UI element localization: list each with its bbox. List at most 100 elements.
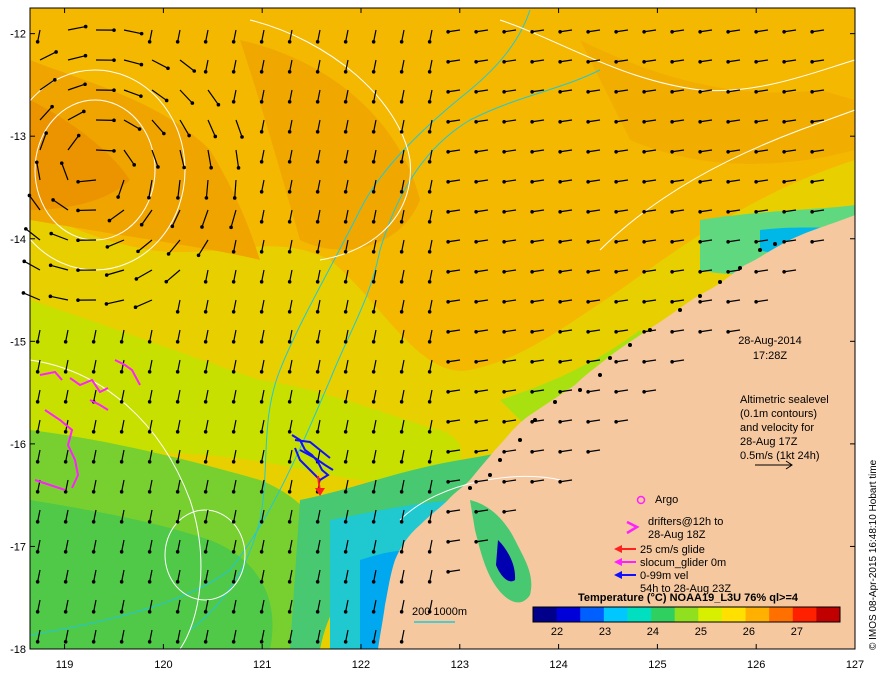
velocity-arrow-head bbox=[315, 219, 320, 224]
velocity-arrow-head bbox=[259, 99, 264, 104]
velocity-arrow-head bbox=[754, 149, 758, 154]
velocity-arrow-head bbox=[586, 389, 590, 394]
velocity-arrow-head bbox=[614, 149, 618, 154]
velocity-arrow-head bbox=[343, 279, 348, 284]
velocity-arrow-head bbox=[203, 459, 208, 464]
velocity-arrow-head bbox=[474, 149, 478, 154]
velocity-arrow-head bbox=[107, 218, 112, 223]
velocity-arrow-head bbox=[558, 389, 562, 394]
velocity-arrow-head bbox=[315, 129, 320, 134]
velocity-arrow-head bbox=[287, 579, 292, 584]
altimetry-line2: (0.1m contours) bbox=[740, 408, 817, 420]
velocity-arrow-head bbox=[35, 489, 40, 494]
velocity-arrow-head bbox=[399, 159, 404, 164]
velocity-arrow-head bbox=[175, 489, 180, 494]
velocity-arrow-head bbox=[698, 59, 702, 64]
velocity-arrow-head bbox=[287, 399, 292, 404]
velocity-arrow-head bbox=[231, 339, 236, 344]
velocity-arrow-head bbox=[287, 39, 292, 44]
velocity-arrow-head bbox=[147, 459, 152, 464]
drifters-label-2: 28-Aug 18Z bbox=[648, 529, 706, 541]
velocity-arrow-head bbox=[726, 119, 730, 124]
velocity-arrow-head bbox=[259, 279, 264, 284]
colorbar-title: Temperature (°C) NOAA19_L3U 76% ql>=4 bbox=[578, 592, 799, 604]
velocity-arrow-head bbox=[502, 119, 506, 124]
velocity-arrow-head bbox=[446, 329, 450, 334]
velocity-arrow-head bbox=[76, 268, 80, 272]
velocity-arrow-head bbox=[754, 299, 758, 304]
velocity-arrow-head bbox=[698, 119, 702, 124]
lat-tick-label: -18 bbox=[10, 644, 26, 656]
velocity-arrow-head bbox=[558, 419, 562, 424]
velocity-arrow-head bbox=[259, 579, 264, 584]
velocity-arrow-head bbox=[754, 59, 758, 64]
velocity-arrow-head bbox=[132, 163, 137, 167]
velocity-arrow-head bbox=[754, 179, 758, 184]
velocity-arrow-head bbox=[446, 209, 450, 214]
velocity-arrow-head bbox=[371, 459, 376, 464]
velocity-arrow-head bbox=[259, 219, 264, 224]
velocity-arrow-head bbox=[119, 429, 124, 434]
velocity-arrow-head bbox=[48, 263, 53, 268]
velocity-arrow-head bbox=[530, 359, 534, 364]
velocity-arrow-head bbox=[63, 339, 68, 344]
velocity-arrow-head bbox=[315, 249, 320, 254]
velocity-arrow-head bbox=[119, 459, 124, 464]
velocity-arrow-head bbox=[586, 359, 590, 364]
velocity-arrow-head bbox=[698, 269, 702, 274]
velocity-arrow-head bbox=[315, 639, 320, 644]
velocity-arrow-head bbox=[698, 29, 702, 34]
velocity-arrow-head bbox=[175, 39, 180, 44]
velocity-arrow-head bbox=[63, 519, 68, 524]
lat-tick-label: -15 bbox=[10, 336, 26, 348]
velocity-arrow-head bbox=[530, 89, 534, 94]
velocity-arrow-head bbox=[642, 359, 646, 364]
velocity-arrow-head bbox=[474, 539, 478, 544]
colorbar-tick-label: 25 bbox=[695, 626, 707, 638]
velocity-arrow-head bbox=[427, 279, 432, 284]
velocity-arrow-head bbox=[35, 399, 40, 404]
velocity-arrow-head bbox=[726, 209, 730, 214]
velocity-arrow-head bbox=[502, 449, 506, 454]
velocity-arrow-head bbox=[399, 99, 404, 104]
velocity-arrow-head bbox=[782, 89, 786, 94]
velocity-arrow-head bbox=[259, 519, 264, 524]
velocity-arrow-head bbox=[343, 99, 348, 104]
velocity-arrow-head bbox=[371, 489, 376, 494]
velocity-arrow-head bbox=[446, 479, 450, 484]
velocity-arrow-head bbox=[427, 159, 432, 164]
velocity-arrow-head bbox=[53, 78, 57, 82]
velocity-arrow-head bbox=[530, 449, 534, 454]
velocity-arrow-head bbox=[119, 369, 124, 374]
velocity-arrow-head bbox=[91, 549, 96, 554]
velocity-arrow-head bbox=[119, 519, 124, 524]
velocity-arrow-head bbox=[399, 519, 404, 524]
velocity-arrow-head bbox=[642, 89, 646, 94]
altimetry-line1: Altimetric sealevel bbox=[740, 394, 829, 406]
velocity-arrow-head bbox=[35, 519, 40, 524]
velocity-arrow-head bbox=[726, 239, 730, 244]
lon-tick-label: 123 bbox=[451, 659, 469, 671]
velocity-arrow-head bbox=[119, 549, 124, 554]
velocity-arrow-head bbox=[726, 29, 730, 34]
velocity-arrow-head bbox=[427, 189, 432, 194]
velocity-arrow-head bbox=[343, 549, 348, 554]
velocity-arrow-head bbox=[614, 209, 618, 214]
velocity-arrow-head bbox=[399, 609, 404, 614]
velocity-arrow-head bbox=[147, 429, 152, 434]
velocity-arrow-head bbox=[147, 195, 151, 200]
velocity-arrow-head bbox=[446, 299, 450, 304]
velocity-arrow-head bbox=[558, 239, 562, 244]
colorbar-segment bbox=[698, 607, 723, 622]
velocity-arrow-head bbox=[399, 129, 404, 134]
velocity-arrow-head bbox=[642, 149, 646, 154]
velocity-arrow-head bbox=[231, 69, 236, 74]
velocity-arrow-head bbox=[112, 28, 116, 32]
velocity-arrow-head bbox=[203, 639, 208, 644]
velocity-arrow-head bbox=[558, 329, 562, 334]
velocity-arrow-head bbox=[810, 29, 814, 34]
velocity-arrow-head bbox=[51, 198, 55, 202]
velocity-arrow-head bbox=[399, 549, 404, 554]
velocity-arrow-head bbox=[147, 489, 152, 494]
velocity-arrow-head bbox=[119, 579, 124, 584]
